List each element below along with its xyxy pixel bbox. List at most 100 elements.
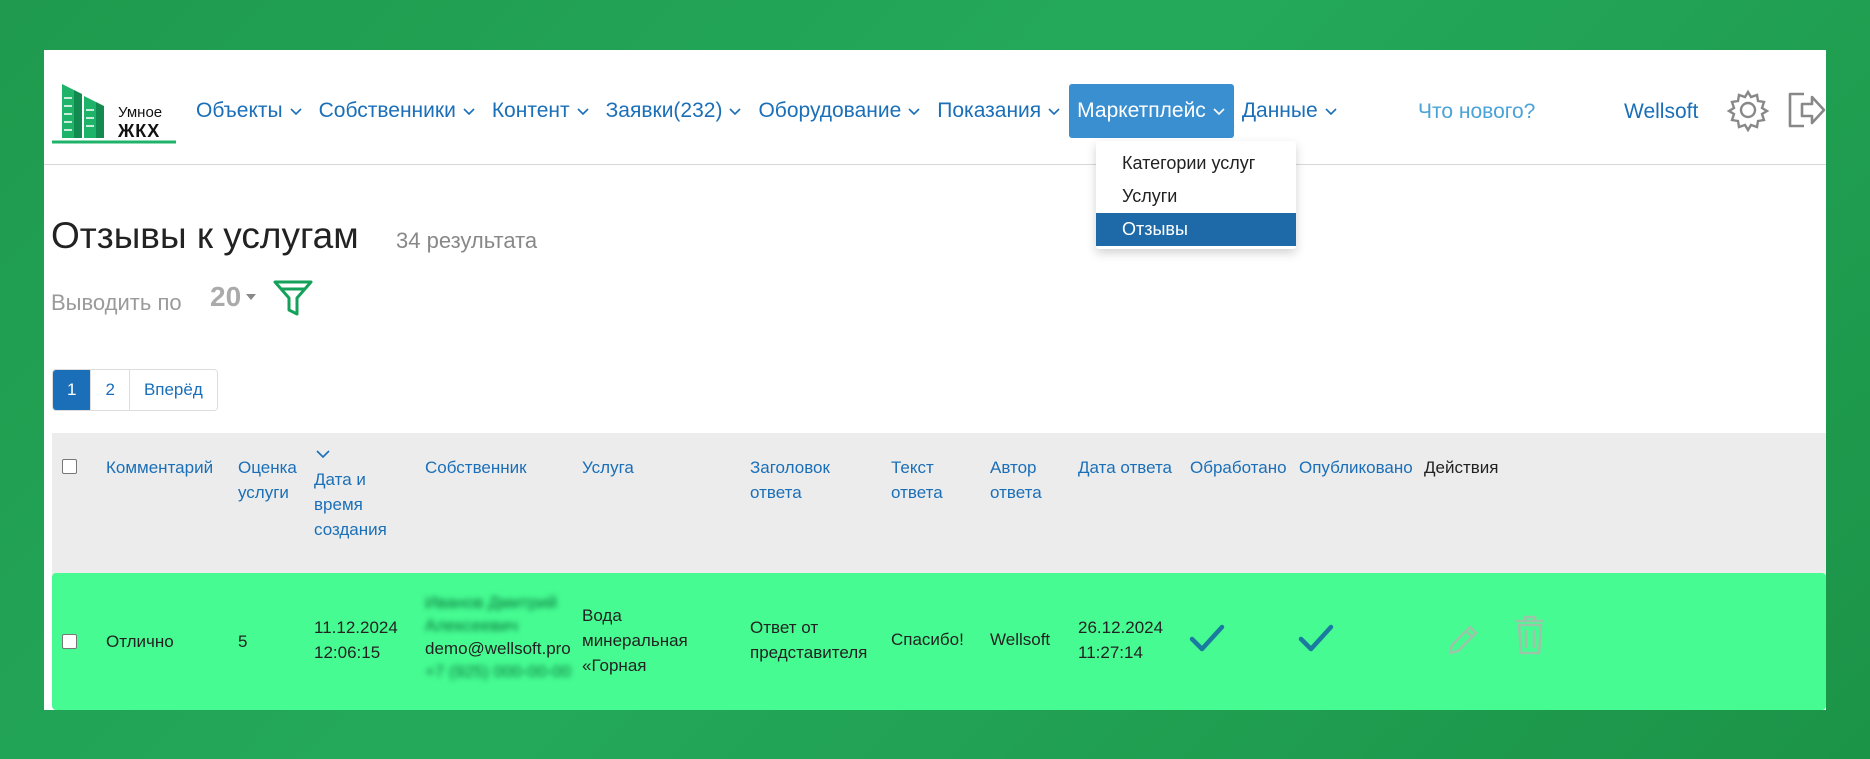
nav-equipment[interactable]: Оборудование [750,84,929,138]
cell-service-line1: Вода [582,606,622,625]
cell-owner-name-line1[interactable]: Иванов Дмитрий [425,591,571,614]
cell-answer-title-line1: Ответ от [750,618,819,637]
whats-new-link[interactable]: Что нового? [1418,100,1535,124]
user-name-link[interactable]: Wellsoft [1624,100,1698,124]
filter-icon[interactable] [272,278,314,318]
page-2-button[interactable]: 2 [91,370,130,410]
nav-owners[interactable]: Собственники [311,84,484,138]
row-checkbox[interactable] [62,634,77,649]
col-service[interactable]: Услуга [582,455,634,480]
cell-owner-phone: +7 (925) 000-00-00 [425,662,572,681]
page-1-button[interactable]: 1 [53,370,92,410]
chevron-down-icon [908,108,920,116]
processed-check-icon[interactable] [1188,621,1228,657]
results-count: 34 результата [396,228,538,253]
chevron-down-icon [1213,108,1225,116]
next-page-button[interactable]: Вперёд [129,370,217,410]
col-answer-title[interactable]: Заголовок ответа [750,455,830,505]
cell-rating: 5 [238,632,248,651]
cell-answer-date: 26.12.2024 11:27:14 [1078,615,1163,665]
col-created[interactable]: Дата и время создания [314,467,387,542]
chevron-down-icon [1325,108,1337,116]
col-answer-author-line2: ответа [990,483,1042,502]
col-actions: Действия [1424,458,1499,477]
col-published[interactable]: Опубликовано [1299,455,1413,480]
page-title: Отзывы к услугам [51,215,359,256]
nav-readings-label: Показания [937,99,1042,122]
cell-answer-time-value: 11:27:14 [1078,643,1143,662]
col-comment[interactable]: Комментарий [106,455,213,480]
chevron-down-icon [463,108,475,116]
per-page-select[interactable]: 20 [210,281,241,313]
menu-item-service-categories[interactable]: Категории услуг [1096,147,1296,180]
nav-readings[interactable]: Показания [929,84,1069,138]
cell-service-line2: минеральная [582,631,688,650]
col-rating-line2: услуги [238,483,289,502]
logo[interactable]: Умное ЖКХ [52,76,178,148]
cell-owner: Иванов Дмитрий Алексеевич demo@wellsoft.… [425,591,571,683]
col-answer-date[interactable]: Дата ответа [1078,455,1172,480]
cell-created: 11.12.2024 12:06:15 [314,615,398,665]
menu-item-services[interactable]: Услуги [1096,180,1296,213]
logo-text-line1: Умное [118,104,163,121]
nav-marketplace-label: Маркетплейс [1077,99,1206,122]
delete-trash-icon[interactable] [1512,613,1548,657]
chevron-down-icon [1048,108,1060,116]
main-nav: Объекты Собственники Контент Заявки(232)… [188,84,1346,138]
nav-content[interactable]: Контент [484,84,598,138]
col-answer-author[interactable]: Автор ответа [990,455,1042,505]
settings-gear-icon[interactable] [1726,88,1770,132]
col-answer-author-line1: Автор [990,458,1037,477]
cell-owner-name-line2[interactable]: Алексеевич [425,614,571,637]
cell-answer-title-line2: представителя [750,643,868,662]
cell-answer-text: Спасибо! [891,630,964,649]
sort-desc-icon[interactable] [316,449,330,459]
col-answer-text-line1: Текст [891,458,934,477]
table-header: Комментарий Оценка услуги Дата и время с… [52,433,1826,575]
nav-marketplace[interactable]: Маркетплейс [1069,84,1234,138]
cell-answer-title: Ответ от представителя [750,615,867,665]
col-answer-title-line2: ответа [750,483,802,502]
nav-data-label: Данные [1241,99,1318,122]
table-row[interactable]: Отлично 5 11.12.2024 12:06:15 Иванов Дми… [52,573,1826,710]
cell-answer-date-value: 26.12.2024 [1078,618,1164,637]
select-all-checkbox[interactable] [62,459,77,474]
caret-down-icon[interactable] [246,294,256,300]
nav-requests-label: Заявки(232) [605,99,723,122]
cell-created-date: 11.12.2024 [314,618,398,637]
nav-objects[interactable]: Объекты [188,84,311,138]
col-owner[interactable]: Собственник [425,455,527,480]
cell-answer-author: Wellsoft [990,630,1051,649]
cell-owner-email: demo@wellsoft.pro [425,639,571,658]
menu-item-reviews[interactable]: Отзывы [1096,213,1296,246]
cell-comment: Отлично [106,632,174,651]
chevron-down-icon [729,108,742,116]
per-page-label: Выводить по [51,290,182,315]
col-rating[interactable]: Оценка услуги [238,455,297,505]
nav-data[interactable]: Данные [1234,84,1346,138]
cell-service: Вода минеральная «Горная [582,603,688,678]
logout-icon[interactable] [1784,88,1826,132]
nav-content-label: Контент [491,99,570,122]
col-answer-text-line2: ответа [891,483,943,502]
cell-service-line3: «Горная [582,656,647,675]
cell-created-time: 12:06:15 [314,643,381,662]
logo-text-line2: ЖКХ [118,121,161,141]
col-rating-line1: Оценка [238,458,297,477]
col-processed[interactable]: Обработано [1190,455,1287,480]
nav-owners-label: Собственники [318,99,456,122]
chevron-down-icon [577,108,589,116]
chevron-down-icon [290,108,302,116]
col-created-line1: Дата и [314,470,366,489]
published-check-icon[interactable] [1297,621,1337,657]
nav-requests[interactable]: Заявки(232) [598,84,751,138]
edit-pencil-icon[interactable] [1444,617,1480,661]
pagination: 1 2 Вперёд [52,369,218,411]
marketplace-dropdown-menu: Категории услуг Услуги Отзывы [1096,141,1296,249]
nav-equipment-label: Оборудование [758,99,902,122]
col-answer-text[interactable]: Текст ответа [891,455,943,505]
app-window: Умное ЖКХ Объекты Собственники Контент З… [44,50,1826,710]
col-answer-title-line1: Заголовок [750,458,830,477]
col-created-line3: создания [314,520,387,539]
top-navbar: Умное ЖКХ Объекты Собственники Контент З… [44,50,1826,165]
